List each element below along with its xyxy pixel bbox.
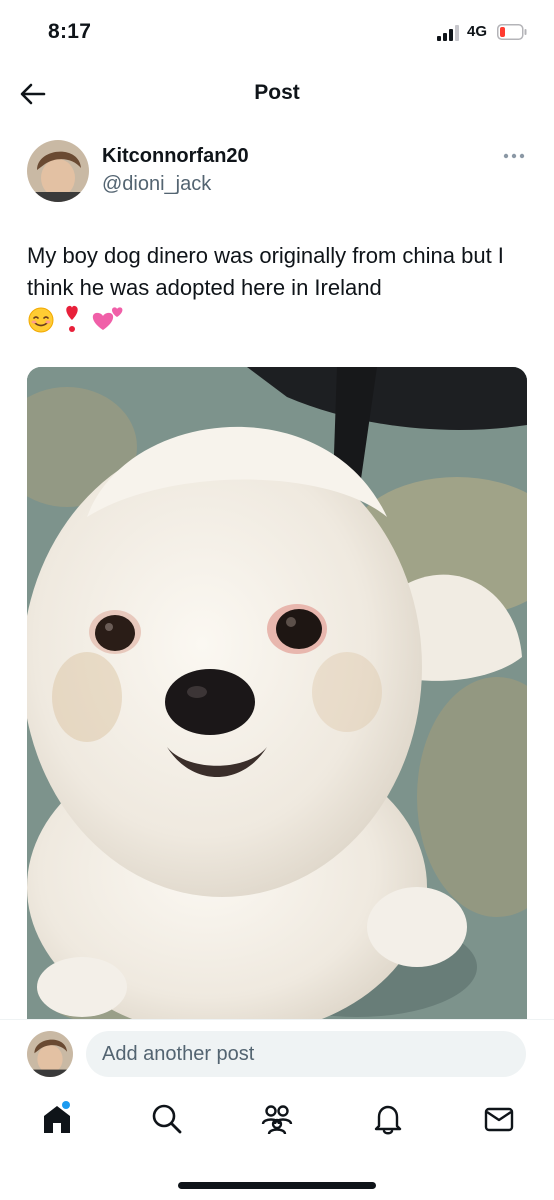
page-title: Post [254, 81, 300, 104]
home-indicator [178, 1182, 376, 1189]
search-icon[interactable] [150, 1102, 184, 1136]
reply-placeholder: Add another post [102, 1043, 255, 1065]
messages-icon[interactable] [482, 1102, 516, 1136]
author-avatar[interactable] [27, 140, 89, 202]
notifications-icon[interactable] [371, 1102, 405, 1136]
signal-strength-icon [437, 25, 459, 41]
author-display-name[interactable]: Kitconnorfan20 [102, 145, 249, 168]
network-type: 4G [467, 23, 488, 40]
two-hearts-emoji [92, 307, 123, 330]
user-avatar [27, 1031, 73, 1077]
reply-input[interactable]: Add another post [86, 1031, 526, 1077]
author-handle[interactable]: @dioni_jack [102, 173, 211, 196]
battery-icon [497, 24, 527, 40]
exclamation-heart-emoji [66, 305, 78, 332]
post-image[interactable] [27, 367, 527, 1020]
post-text: My boy dog dinero was originally from ch… [27, 243, 504, 300]
more-options-icon[interactable] [501, 148, 527, 164]
divider [0, 1019, 554, 1020]
smiling-face-emoji [28, 307, 54, 333]
emoji-row [28, 305, 123, 333]
status-time: 8:17 [48, 20, 92, 43]
communities-icon[interactable] [260, 1102, 294, 1136]
notification-dot [62, 1101, 70, 1109]
dog-photo [27, 367, 527, 1020]
